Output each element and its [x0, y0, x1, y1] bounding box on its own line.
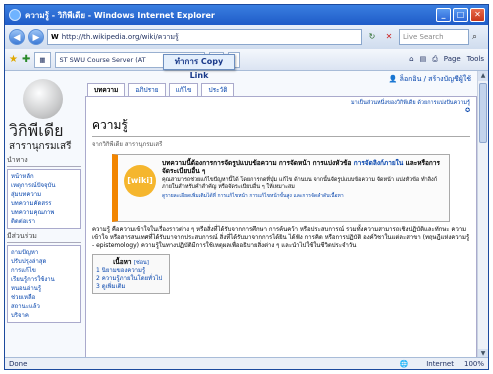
site-notice-icon: ✪: [464, 107, 470, 114]
stop-icon[interactable]: ✕: [382, 30, 396, 44]
add-favorites-icon[interactable]: ✚: [22, 54, 30, 65]
forward-arrow-icon[interactable]: ▶: [28, 29, 44, 45]
portlet-title: มีส่วนร่วม: [7, 231, 81, 243]
tab-list-icon[interactable]: ▦: [34, 51, 51, 68]
logo-subtitle: สารานุกรมเสรี: [9, 141, 72, 152]
wiki-badge-icon: [wiki]: [124, 165, 156, 197]
cleanup-notice-box: [wiki] บทความนี้ต้องการการจัดรูปแบบข้อคว…: [112, 154, 450, 222]
portlet-interaction: มีส่วนร่วม ถามปัญหา ปรับปรุงล่าสุด การแก…: [7, 231, 81, 323]
toc-item[interactable]: 2 ความรู้ภายในโดยทั่วไป: [96, 275, 166, 283]
page-subtitle: จากวิกิพีเดีย สารานุกรมเสรี: [92, 141, 163, 148]
tab-discussion[interactable]: อภิปราย: [128, 83, 166, 96]
page-title: ความรู้: [92, 116, 470, 137]
page-content: วิกิพีเดีย สารานุกรมเสรี นำทาง หน้าหลัก …: [5, 71, 479, 359]
notice-link[interactable]: การจัดลิงก์ภายใน: [354, 159, 404, 167]
notice-more-links[interactable]: ดูรายละเอียดเพิ่มเติมได้ที่ การแก้ไขหน้า…: [162, 193, 445, 199]
scroll-thumb[interactable]: [479, 83, 487, 143]
close-button[interactable]: ✕: [470, 8, 485, 22]
ie-icon: [9, 9, 21, 21]
copy-link-callout: ทำการ Copy Link: [163, 54, 235, 80]
wiki-favicon: W: [51, 33, 59, 41]
security-zone: Internet: [426, 359, 454, 368]
toc-item[interactable]: 1 นิยามของความรู้: [96, 267, 166, 275]
user-links[interactable]: 👤 ล็อกอิน / สร้างบัญชีผู้ใช้: [389, 74, 471, 85]
sidebar-link[interactable]: ช่วยเหลือ: [11, 293, 77, 302]
maximize-button[interactable]: □: [453, 8, 468, 22]
site-notice[interactable]: มาเป็นส่วนหนึ่งของวิกิพีเดีย ด้วยการแบ่ง…: [92, 99, 470, 107]
notice-text: บทความนี้ต้องการการจัดรูปแบบข้อความ การจ…: [162, 159, 352, 167]
sidebar-link[interactable]: ปรับปรุงล่าสุด: [11, 257, 77, 266]
portlet-title: นำทาง: [7, 155, 81, 167]
sidebar-link[interactable]: บทความคัดสรร: [11, 199, 77, 208]
scroll-up-icon[interactable]: ▲: [478, 71, 488, 81]
minimize-button[interactable]: _: [436, 8, 451, 22]
wikipedia-globe-icon[interactable]: [23, 79, 63, 119]
browser-window: ความรู้ - วิกิพีเดีย - Windows Internet …: [4, 4, 489, 370]
tab-history[interactable]: ประวัติ: [201, 83, 235, 96]
back-arrow-icon[interactable]: ◀: [9, 29, 25, 45]
favorites-star-icon[interactable]: ★: [9, 54, 18, 65]
page-tabs: บทความ อภิปราย แก้ไข ประวัติ: [87, 83, 235, 96]
sidebar-link[interactable]: หนอนอ่านรู้: [11, 284, 77, 293]
notice-detail: คุณสามารถช่วยแก้ไขปัญหานี้ได้ โดยการกดที…: [162, 177, 438, 190]
status-bar: Done 🌐 Internet 100%: [5, 357, 488, 369]
favorites-bar: ★ ✚ ▦ ST SWU Course Server (AT ✕ ⌂ ▤ ⎙ P…: [5, 49, 488, 71]
sidebar-link[interactable]: บริจาค: [11, 311, 77, 320]
home-icon[interactable]: ⌂: [409, 55, 413, 64]
search-input[interactable]: Live Search: [399, 29, 469, 45]
sidebar-link[interactable]: เหตุการณ์ปัจจุบัน: [11, 181, 77, 190]
status-text: Done: [9, 359, 28, 368]
sidebar-link[interactable]: การแก้ไข: [11, 266, 77, 275]
zoom-level[interactable]: 100%: [464, 360, 484, 368]
toc-item[interactable]: 3 ดูเพิ่มเติม: [96, 283, 166, 291]
toc-title: เนื้อหา: [113, 258, 132, 266]
user-icon: 👤: [388, 75, 400, 83]
portlet-navigation: นำทาง หน้าหลัก เหตุการณ์ปัจจุบัน สุ่มบทค…: [7, 155, 81, 229]
sidebar-link[interactable]: บทความคุณภาพ: [11, 208, 77, 217]
tab-article[interactable]: บทความ: [87, 83, 126, 96]
tools-menu[interactable]: Tools: [467, 55, 484, 64]
tab-edit[interactable]: แก้ไข: [168, 83, 199, 96]
article-body: มาเป็นส่วนหนึ่งของวิกิพีเดีย ด้วยการแบ่ง…: [85, 96, 477, 359]
sidebar-link[interactable]: เรียนรู้การใช้งาน: [11, 275, 77, 284]
address-text: http://th.wikipedia.org/wiki/ความรู้: [61, 32, 179, 41]
sidebar-link[interactable]: ถามปัญหา: [11, 248, 77, 257]
table-of-contents: เนื้อหา [ซ่อน] 1 นิยามของความรู้ 2 ความร…: [92, 254, 170, 294]
feeds-icon[interactable]: ▤: [420, 55, 427, 64]
login-link[interactable]: ล็อกอิน / สร้างบัญชีผู้ใช้: [400, 75, 471, 83]
wiki-sidebar: วิกิพีเดีย สารานุกรมเสรี นำทาง หน้าหลัก …: [5, 71, 83, 359]
address-bar[interactable]: W http://th.wikipedia.org/wiki/ความรู้: [47, 29, 362, 45]
sidebar-link[interactable]: สถานะแล้ว: [11, 302, 77, 311]
print-icon[interactable]: ⎙: [432, 55, 438, 64]
article-paragraph: ความรู้ คือความเข้าใจในเรื่องราวต่าง ๆ ห…: [92, 226, 470, 249]
navigation-bar: ◀ ▶ W http://th.wikipedia.org/wiki/ความร…: [5, 25, 488, 49]
window-title: ความรู้ - วิกิพีเดีย - Windows Internet …: [25, 10, 215, 20]
title-bar: ความรู้ - วิกิพีเดีย - Windows Internet …: [5, 5, 488, 25]
search-icon[interactable]: ⌕: [472, 30, 484, 44]
article-area: 👤 ล็อกอิน / สร้างบัญชีผู้ใช้ บทความ อภิป…: [83, 71, 479, 359]
refresh-icon[interactable]: ↻: [365, 30, 379, 44]
sidebar-link[interactable]: หน้าหลัก: [11, 172, 77, 181]
toc-hide-link[interactable]: [ซ่อน]: [134, 260, 149, 266]
globe-icon: 🌐: [399, 359, 409, 368]
sidebar-link[interactable]: สุ่มบทความ: [11, 190, 77, 199]
page-menu[interactable]: Page: [444, 55, 461, 64]
vertical-scrollbar[interactable]: ▲ ▼: [477, 71, 488, 359]
sidebar-link[interactable]: ติดต่อเรา: [11, 217, 77, 226]
